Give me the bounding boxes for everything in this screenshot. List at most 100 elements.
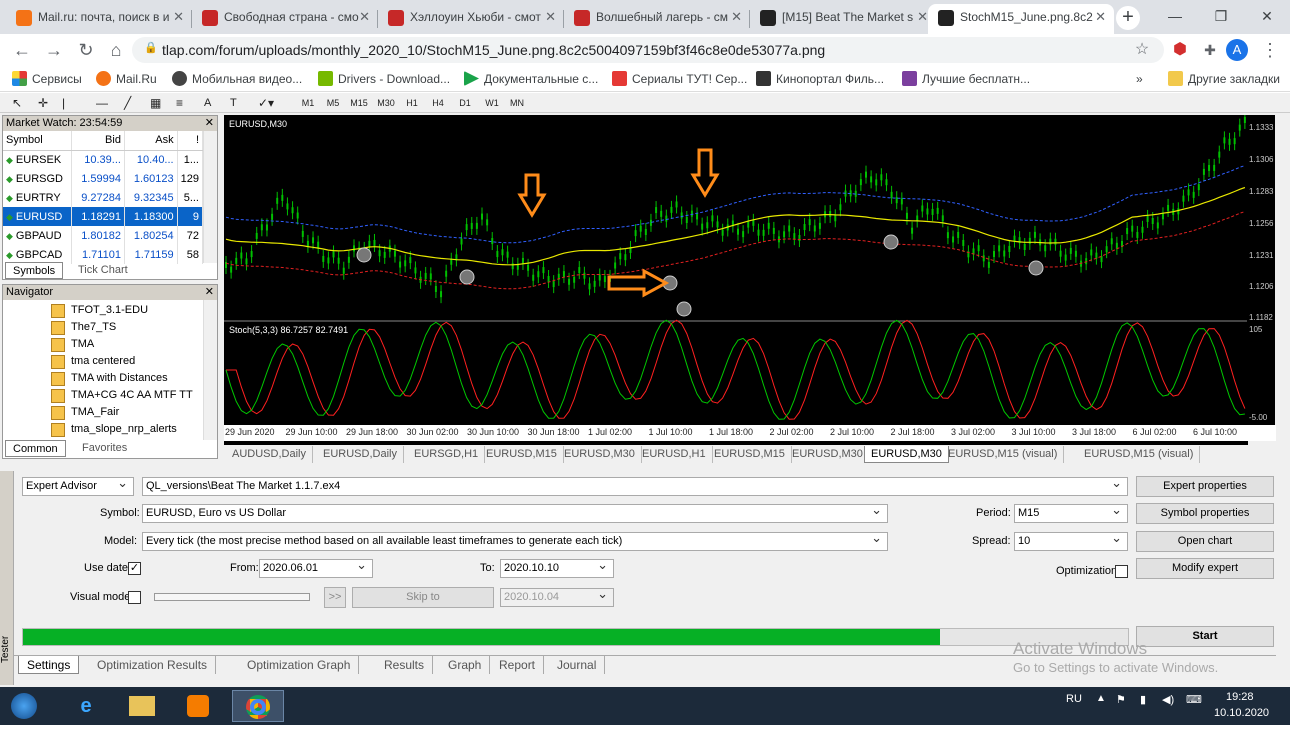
arrows-icon[interactable]: ✓▾ (258, 96, 274, 110)
tray-expand-icon[interactable]: ▲ (1096, 693, 1106, 704)
tf-w1[interactable]: W1 (482, 96, 502, 110)
price-chart[interactable]: EURUSD,M30 Stoch(5,3,3) 86.7257 82.7491 (224, 115, 1248, 445)
ie-icon[interactable]: e (60, 690, 112, 722)
expert-select[interactable]: QL_versions\Beat The Market 1.1.7.ex4 (142, 477, 1128, 496)
chart-tab[interactable]: EURUSD,M15 (visual) (942, 446, 1065, 463)
tab-symbols[interactable]: Symbols (5, 262, 64, 279)
close-tab-icon[interactable]: ✕ (917, 4, 928, 30)
close-tab-icon[interactable]: ✕ (1095, 4, 1106, 30)
horizontal-line-icon[interactable]: — (96, 96, 108, 110)
period-select[interactable]: M15 (1014, 504, 1128, 523)
tf-h1[interactable]: H1 (402, 96, 422, 110)
visual-mode-checkbox[interactable] (128, 591, 141, 604)
volume-icon[interactable]: ◀) (1162, 693, 1174, 706)
home-icon[interactable]: ⌂ (104, 38, 128, 62)
reload-icon[interactable]: ↻ (74, 38, 98, 62)
nav-indicator-item[interactable]: TMA with Distances (51, 370, 168, 387)
browser-tab-mailru[interactable]: Mail.ru: почта, поиск в и ✕ (6, 4, 192, 34)
bookmark-documentary[interactable]: Документальные с... (464, 71, 598, 87)
chart-tab[interactable]: EURUSD,M15 (480, 446, 564, 463)
close-window-icon[interactable]: ✕ (1244, 0, 1290, 32)
address-bar[interactable]: tlap.com/forum/uploads/monthly_2020_10/S… (132, 37, 1164, 63)
close-panel-icon[interactable]: ✕ (205, 285, 214, 298)
chart-tab[interactable]: EURUSD,H1 (636, 446, 713, 463)
explorer-folder-icon[interactable] (116, 690, 168, 722)
chart-tab[interactable]: EURUSD,M30 (786, 446, 870, 463)
forward-arrow-icon[interactable]: → (42, 38, 66, 62)
bookmark-mailru[interactable]: Mail.Ru (96, 71, 157, 87)
chart-tab[interactable]: EURSGD,H1 (408, 446, 486, 463)
chart-tab[interactable]: EURUSD,M15 (708, 446, 792, 463)
profile-avatar[interactable]: A (1226, 39, 1248, 61)
navigator-scrollbar[interactable] (203, 300, 217, 440)
browser-tab-beat-market[interactable]: [M15] Beat The Market s ✕ (750, 4, 936, 34)
chart-tab[interactable]: EURUSD,M30 (864, 446, 949, 463)
nav-indicator-item[interactable]: tma_slope_nrp_alerts (51, 421, 177, 438)
back-arrow-icon[interactable]: ← (10, 38, 34, 62)
tf-d1[interactable]: D1 (455, 96, 475, 110)
new-tab-button[interactable]: + (1116, 6, 1140, 30)
close-tab-icon[interactable]: ✕ (359, 4, 370, 30)
skip-date-picker[interactable]: 2020.10.04 (500, 588, 614, 607)
tester-tab[interactable]: Report (491, 656, 545, 674)
bookmark-kinoportal[interactable]: Кинопортал Филь... (756, 71, 884, 87)
bookmark-drivers[interactable]: Drivers - Download... (318, 71, 450, 87)
adblock-extension-icon[interactable]: ⬢ (1168, 38, 1192, 62)
browser-tab-svobodnaya[interactable]: Свободная страна - смо ✕ (192, 4, 378, 34)
nav-indicator-item[interactable]: TFOT_3.1-EDU (51, 302, 148, 319)
tf-mn[interactable]: MN (507, 96, 527, 110)
col-bid[interactable]: Bid (71, 131, 125, 151)
tab-favorites[interactable]: Favorites (75, 440, 134, 457)
col-spread[interactable]: ! (177, 131, 204, 151)
vertical-line-icon[interactable]: | (62, 96, 65, 110)
label-icon[interactable]: T (230, 96, 237, 110)
nav-indicator-item[interactable]: TMA (51, 336, 94, 353)
close-tab-icon[interactable]: ✕ (731, 4, 742, 30)
nav-indicator-item[interactable]: TMA_Fair (51, 404, 119, 421)
bookmark-best-free[interactable]: Лучшие бесплатн... (902, 71, 1030, 87)
cursor-icon[interactable]: ↖ (12, 96, 22, 110)
start-button[interactable]: Start (1136, 626, 1274, 647)
from-date-picker[interactable]: 2020.06.01 (259, 559, 373, 578)
start-orb-icon[interactable] (4, 690, 44, 722)
crosshair-icon[interactable]: ✛ (38, 96, 48, 110)
spread-select[interactable]: 10 (1014, 532, 1128, 551)
chrome-icon[interactable] (232, 690, 284, 722)
tester-tab[interactable]: Settings (18, 656, 80, 674)
close-tab-icon[interactable]: ✕ (545, 4, 556, 30)
symbol-properties-button[interactable]: Symbol properties (1136, 503, 1274, 524)
bookmark-serials[interactable]: Сериалы ТУТ! Сер... (612, 71, 747, 87)
tf-m1[interactable]: M1 (298, 96, 318, 110)
trendline-icon[interactable]: ╱ (124, 96, 131, 110)
keyboard-icon[interactable]: ⌨ (1186, 693, 1202, 706)
fibo-icon[interactable]: ≡ (176, 96, 183, 110)
flag-icon[interactable]: ⚑ (1116, 693, 1126, 706)
tester-tab[interactable]: Journal (549, 656, 606, 674)
extensions-puzzle-icon[interactable]: ✚ (1198, 38, 1222, 62)
network-icon[interactable]: ▮ (1140, 693, 1146, 706)
channel-icon[interactable]: ▦ (150, 96, 161, 110)
table-row-selected[interactable]: ◆ EURUSD 1.18291 1.18300 9 (3, 207, 204, 226)
chart-tab[interactable]: EURUSD,M15 (visual) (1078, 446, 1201, 463)
visual-speed-slider[interactable] (154, 593, 310, 601)
tester-tab[interactable]: Optimization Graph (239, 656, 360, 674)
text-icon[interactable]: A (204, 96, 211, 110)
bookmark-mobile-video[interactable]: Мобильная видео... (172, 71, 302, 87)
browser-tab-stochm15[interactable]: StochM15_June.png.8c2 ✕ (928, 4, 1114, 34)
close-panel-icon[interactable]: ✕ (205, 116, 214, 129)
tester-tab[interactable]: Results (376, 656, 434, 674)
bookmark-other[interactable]: Другие закладки (1168, 71, 1280, 87)
chart-tab[interactable]: EURUSD,Daily (317, 446, 404, 463)
table-row[interactable]: ◆ EURSGD 1.59994 1.60123 129 (3, 169, 204, 188)
tab-tick-chart[interactable]: Tick Chart (71, 262, 135, 279)
nav-indicator-item[interactable]: tma centered (51, 353, 135, 370)
expert-properties-button[interactable]: Expert properties (1136, 476, 1274, 497)
tf-m15[interactable]: M15 (348, 96, 370, 110)
tf-m5[interactable]: M5 (323, 96, 343, 110)
to-date-picker[interactable]: 2020.10.10 (500, 559, 614, 578)
minimize-icon[interactable]: — (1152, 0, 1198, 32)
lock-icon[interactable]: 🔒 (144, 43, 158, 54)
open-chart-button[interactable]: Open chart (1136, 531, 1274, 552)
mode-select[interactable]: Expert Advisor (22, 477, 134, 496)
use-date-checkbox[interactable]: ✓ (128, 562, 141, 575)
